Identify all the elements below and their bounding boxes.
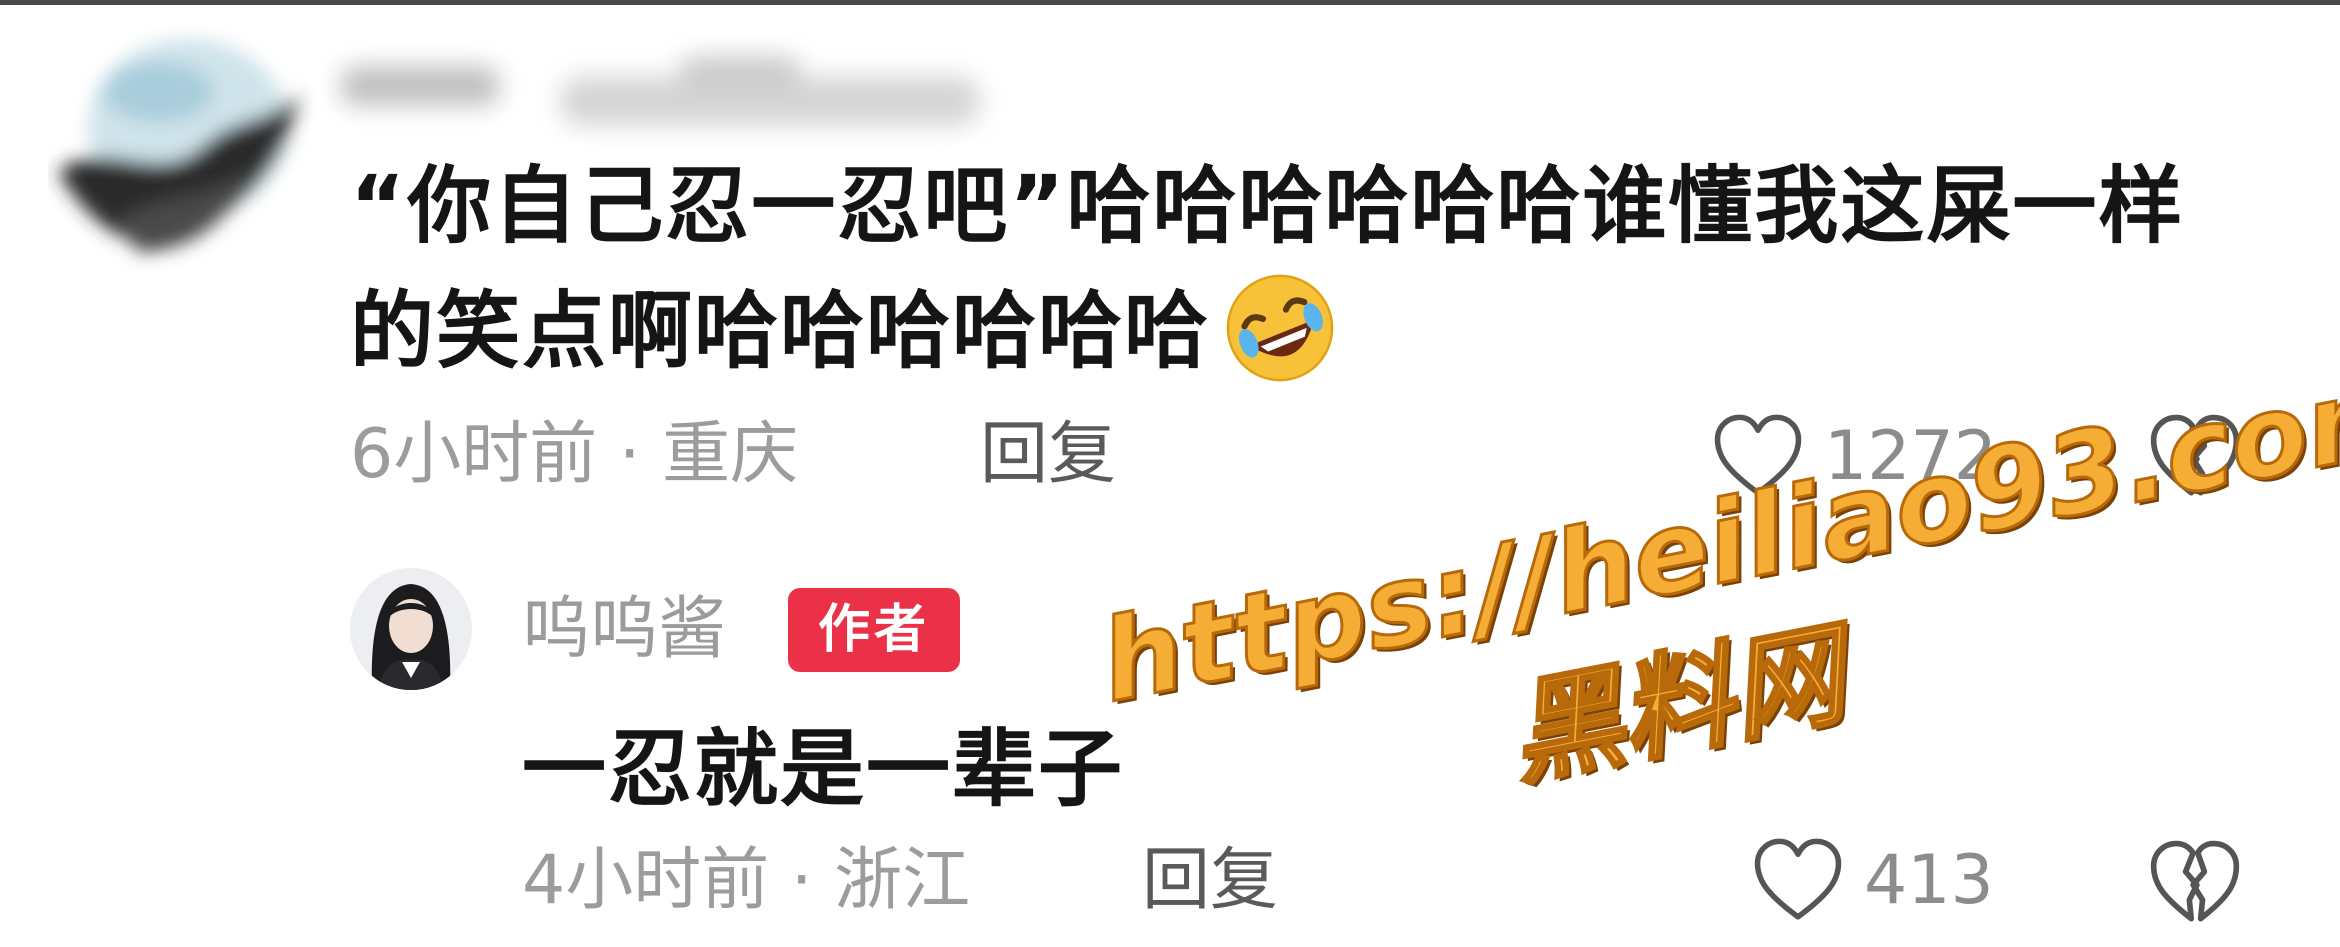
reply-like-button[interactable]: 413 [1752, 830, 1994, 930]
author-avatar[interactable] [350, 568, 472, 690]
meta-separator: · [597, 415, 663, 494]
laughing-emoji-icon [1226, 274, 1334, 382]
commenter-avatar[interactable] [48, 22, 318, 272]
reply-location: 浙江 [834, 841, 971, 920]
author-name[interactable]: 呜呜酱 [522, 585, 726, 675]
comment-location: 重庆 [662, 415, 799, 494]
reply-button[interactable]: 回复 [980, 410, 1116, 500]
meta-separator: · [769, 841, 835, 920]
reply-meta: 4小时前 · 浙江 [522, 836, 970, 926]
top-divider [0, 0, 2340, 5]
author-portrait-icon [350, 568, 472, 690]
heart-icon [1754, 838, 1842, 920]
comment-body: “你自己忍一忍吧”哈哈哈哈哈哈谁懂我这屎一样的笑点啊哈哈哈哈哈哈 [350, 146, 2250, 391]
comment-time: 6小时前 [350, 415, 598, 494]
commenter-name-blurred[interactable] [320, 26, 1020, 146]
reply-dislike-broken-heart-icon[interactable] [2148, 836, 2242, 930]
comment-meta: 6小时前 · 重庆 [350, 410, 798, 500]
reply-like-count: 413 [1864, 840, 1994, 920]
reply-time: 4小时前 [522, 841, 770, 920]
author-badge: 作者 [788, 588, 960, 672]
